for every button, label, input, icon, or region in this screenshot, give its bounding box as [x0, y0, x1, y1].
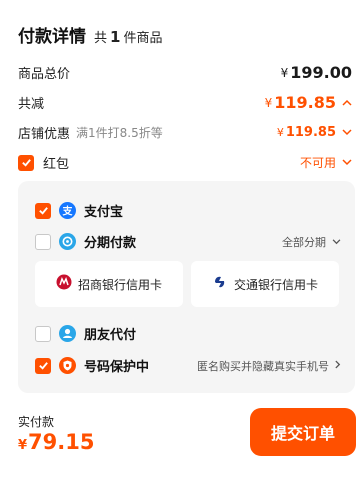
payment-methods-box: 支 支付宝 分期付款 全部分期 招商银行信用卡 交通银行信用卡 朋友代付 号码保… — [18, 181, 355, 393]
friend-pay-icon — [59, 325, 76, 342]
payment-method-alipay[interactable]: 支 支付宝 — [35, 201, 341, 220]
payment-details-panel: 付款详情 共 1 件商品 商品总价 ¥199.00 共减 ¥119.85 店铺优惠 … — [0, 0, 362, 487]
chevron-down-icon[interactable] — [342, 156, 352, 169]
red-packet-row[interactable]: 红包 不可用 — [18, 153, 352, 172]
alipay-icon: 支 — [59, 202, 76, 219]
payment-method-friend[interactable]: 朋友代付 — [35, 324, 341, 343]
item-count-number: 1 — [110, 28, 121, 46]
card-bocom[interactable]: 交通银行信用卡 — [191, 261, 339, 307]
chevron-down-icon[interactable] — [342, 126, 352, 139]
installment-icon — [59, 233, 76, 250]
installment-label: 分期付款 — [84, 236, 137, 251]
store-discount-value: ¥119.85 — [277, 125, 352, 140]
payment-method-alipay-left: 支 支付宝 — [35, 201, 123, 220]
total-price-row: 商品总价 ¥199.00 — [18, 63, 352, 82]
chevron-down-icon — [332, 235, 341, 248]
actual-payment-value: 79.15 — [28, 430, 95, 454]
phone-shield-icon — [59, 357, 76, 374]
svg-text:支: 支 — [62, 204, 74, 217]
store-discount-label: 店铺优惠 — [18, 127, 71, 142]
total-price-value: ¥199.00 — [281, 63, 352, 82]
red-packet-checkbox[interactable] — [18, 154, 34, 171]
actual-payment-label: 实付款 — [18, 415, 55, 429]
actual-payment-amount: ¥79.15 — [18, 430, 94, 454]
phone-protection-label: 号码保护中 — [84, 360, 150, 375]
phone-protection-desc-text: 匿名购买并隐藏真实手机号 — [197, 359, 329, 373]
bocom-bank-icon — [212, 274, 228, 294]
red-packet-unavailable: 不可用 — [299, 156, 336, 170]
cmb-bank-icon — [56, 274, 72, 294]
item-count-prefix: 共 — [94, 31, 108, 46]
chevron-right-icon — [335, 359, 341, 372]
discount-label: 共减 — [18, 97, 45, 112]
installment-option-text: 全部分期 — [282, 235, 326, 249]
discount-row[interactable]: 共减 ¥119.85 — [18, 93, 352, 112]
actual-payment-currency: ¥ — [18, 438, 28, 453]
total-price-label: 商品总价 — [18, 67, 71, 82]
item-count: 共 1 件商品 — [94, 27, 162, 46]
phone-protection-desc[interactable]: 匿名购买并隐藏真实手机号 — [197, 358, 341, 374]
phone-protection-row[interactable]: 号码保护中 匿名购买并隐藏真实手机号 — [35, 356, 341, 375]
card-bocom-label: 交通银行信用卡 — [233, 277, 318, 292]
total-amount: 199.00 — [290, 63, 352, 82]
installment-checkbox[interactable] — [35, 233, 51, 250]
card-cmb[interactable]: 招商银行信用卡 — [35, 261, 183, 307]
payment-method-installment[interactable]: 分期付款 全部分期 — [35, 232, 341, 251]
panel-title: 付款详情 — [18, 27, 86, 47]
alipay-label: 支付宝 — [84, 205, 124, 220]
total-currency: ¥ — [280, 65, 289, 80]
red-packet-status: 不可用 — [300, 154, 352, 171]
discount-value: ¥119.85 — [265, 93, 352, 112]
panel-header: 付款详情 共 1 件商品 — [18, 22, 162, 47]
phone-protection-checkbox[interactable] — [35, 357, 51, 374]
store-amount: 119.85 — [285, 125, 336, 140]
red-packet-left: 红包 — [18, 153, 69, 172]
submit-order-button[interactable]: 提交订单 — [250, 408, 356, 456]
card-cmb-label: 招商银行信用卡 — [77, 277, 162, 292]
discount-amount: 119.85 — [274, 93, 336, 112]
payment-method-installment-left: 分期付款 — [35, 232, 136, 251]
chevron-up-icon[interactable] — [342, 96, 352, 109]
friend-pay-checkbox[interactable] — [35, 325, 51, 342]
store-discount-row[interactable]: 店铺优惠 满1件打8.5折等 ¥119.85 — [18, 123, 352, 142]
store-discount-desc: 满1件打8.5折等 — [76, 126, 163, 140]
friend-pay-label: 朋友代付 — [84, 328, 137, 343]
installment-option[interactable]: 全部分期 — [282, 234, 341, 250]
alipay-checkbox[interactable] — [35, 202, 51, 219]
store-discount-left: 店铺优惠 满1件打8.5折等 — [18, 123, 163, 142]
payment-method-friend-left: 朋友代付 — [35, 324, 136, 343]
discount-currency: ¥ — [264, 95, 273, 110]
phone-protection-left: 号码保护中 — [35, 356, 149, 375]
item-count-suffix: 件商品 — [123, 31, 163, 46]
red-packet-label: 红包 — [43, 157, 70, 172]
store-currency: ¥ — [276, 126, 284, 139]
